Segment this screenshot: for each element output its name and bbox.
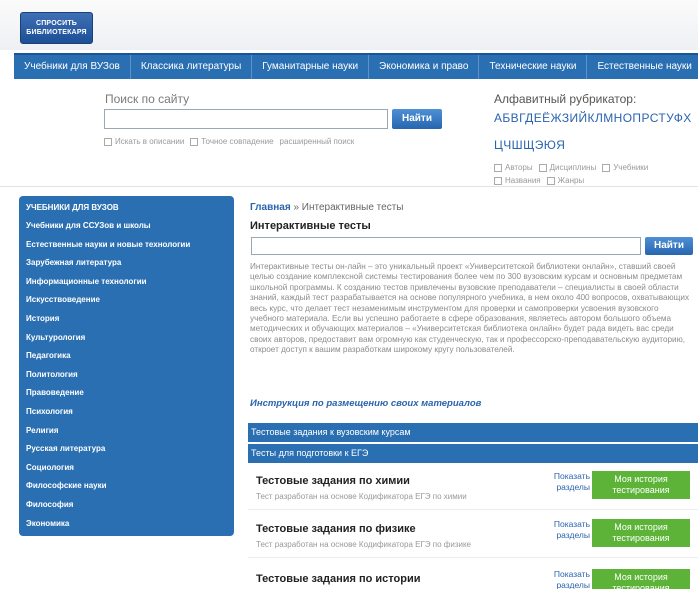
site-search-button[interactable]: Найти xyxy=(392,109,442,129)
filter-textbooks[interactable]: Учебники xyxy=(602,163,648,172)
test-subtitle: Тест разработан на основе Кодификатора Е… xyxy=(256,492,467,501)
ege-tests-section[interactable]: Тесты для подготовки к ЕГЭ xyxy=(248,444,698,463)
tests-description: Интерактивные тесты он-лайн – это уникал… xyxy=(250,262,690,355)
nav-item-technical[interactable]: Технические науки xyxy=(479,55,588,79)
alphabet-filter-options-2: Названия Жанры xyxy=(494,176,584,185)
breadcrumb-current: Интерактивные тесты xyxy=(301,202,404,213)
search-options: Искать в описании Точное совпадение расш… xyxy=(104,137,354,146)
alphabet-letters-row-1[interactable]: АБВГДЕЁЖЗИЙКЛМНОПРСТУФХ xyxy=(494,111,692,125)
tests-search-input[interactable] xyxy=(251,237,641,255)
search-in-description-option[interactable]: Искать в описании xyxy=(104,137,184,146)
sidebar-item[interactable]: Правоведение xyxy=(19,384,234,403)
ask-librarian-label-2: БИБЛИОТЕКАРЯ xyxy=(26,29,87,36)
breadcrumb-home[interactable]: Главная xyxy=(250,202,291,213)
nav-item-vuz[interactable]: Учебники для ВУЗов xyxy=(14,55,131,79)
page-title: Интерактивные тесты xyxy=(250,220,371,232)
test-row: Тестовые задания по химии Тест разработа… xyxy=(248,468,698,510)
category-sidebar: УЧЕБНИКИ ДЛЯ ВУЗОВ Учебники для ССУЗов и… xyxy=(19,196,234,536)
advanced-search-link[interactable]: расширенный поиск xyxy=(280,137,355,146)
sidebar-item[interactable]: Социология xyxy=(19,459,234,478)
sidebar-item[interactable]: Психология xyxy=(19,403,234,422)
sidebar-item[interactable]: Информационные технологии xyxy=(19,273,234,292)
show-sections-link[interactable]: Показать разделы xyxy=(542,569,590,589)
test-subtitle: Тест разработан на основе Кодификатора Е… xyxy=(256,540,471,549)
sidebar-header[interactable]: УЧЕБНИКИ ДЛЯ ВУЗОВ xyxy=(19,201,234,217)
site-search-title: Поиск по сайту xyxy=(105,92,190,106)
checkbox-icon[interactable] xyxy=(546,176,555,185)
sidebar-item[interactable]: Педагогика xyxy=(19,347,234,366)
ask-librarian-button[interactable]: СПРОСИТЬ БИБЛИОТЕКАРЯ xyxy=(20,12,93,44)
nav-item-economics[interactable]: Экономика и право xyxy=(369,55,480,79)
ask-librarian-label-1: СПРОСИТЬ xyxy=(35,20,78,27)
main-nav: Учебники для ВУЗов Классика литературы Г… xyxy=(14,53,698,79)
test-row: Тестовые задания по физике Тест разработ… xyxy=(248,516,698,558)
sidebar-item[interactable]: Культурология xyxy=(19,329,234,348)
nav-item-classics[interactable]: Классика литературы xyxy=(131,55,253,79)
test-row: Тестовые задания по истории Показать раз… xyxy=(248,566,698,589)
sidebar-item[interactable]: Философия xyxy=(19,496,234,515)
checkbox-icon[interactable] xyxy=(494,163,502,172)
sidebar-item[interactable]: Политология xyxy=(19,366,234,385)
checkbox-icon[interactable] xyxy=(602,163,611,172)
filter-authors[interactable]: Авторы xyxy=(494,163,533,172)
checkbox-icon[interactable] xyxy=(190,137,199,146)
test-title[interactable]: Тестовые задания по истории xyxy=(256,573,420,585)
filter-genres[interactable]: Жанры xyxy=(546,176,584,185)
top-header: СПРОСИТЬ БИБЛИОТЕКАРЯ xyxy=(0,0,698,50)
filter-titles[interactable]: Названия xyxy=(494,176,541,185)
show-sections-link[interactable]: Показать разделы xyxy=(542,519,590,541)
breadcrumb: Главная » Интерактивные тесты xyxy=(250,202,403,213)
show-sections-link[interactable]: Показать разделы xyxy=(542,471,590,493)
alphabet-letters-row-2[interactable]: ЦЧШЩЭЮЯ xyxy=(494,138,565,152)
tests-search-button[interactable]: Найти xyxy=(645,237,693,255)
sidebar-item[interactable]: Естественные науки и новые технологии xyxy=(19,236,234,255)
exact-match-option[interactable]: Точное совпадение xyxy=(190,137,274,146)
sidebar-item[interactable]: Зарубежная литература xyxy=(19,254,234,273)
sidebar-item[interactable]: Русская литература xyxy=(19,440,234,459)
test-history-button[interactable]: Моя история тестирования xyxy=(592,519,690,547)
header-divider xyxy=(0,186,698,187)
alphabet-title: Алфавитный рубрикатор: xyxy=(494,92,637,106)
sidebar-item[interactable]: Экономика xyxy=(19,515,234,534)
sidebar-item[interactable]: История xyxy=(19,310,234,329)
test-title[interactable]: Тестовые задания по химии xyxy=(256,475,410,487)
test-history-button[interactable]: Моя история тестирования xyxy=(592,471,690,499)
sidebar-item[interactable]: Философские науки xyxy=(19,477,234,496)
vuz-tests-section[interactable]: Тестовые задания к вузовским курсам xyxy=(248,423,698,442)
alphabet-filter-options-1: Авторы Дисциплины Учебники xyxy=(494,163,648,172)
site-search-input[interactable] xyxy=(104,109,388,129)
checkbox-icon[interactable] xyxy=(538,163,547,172)
breadcrumb-separator: » xyxy=(293,202,300,213)
instruction-link[interactable]: Инструкция по размещению своих материало… xyxy=(250,398,481,409)
nav-item-natural[interactable]: Естественные науки xyxy=(587,55,698,79)
checkbox-icon[interactable] xyxy=(104,137,112,146)
sidebar-item[interactable]: Религия xyxy=(19,422,234,441)
test-title[interactable]: Тестовые задания по физике xyxy=(256,523,416,535)
sidebar-item[interactable]: Учебники для ССУЗов и школы xyxy=(19,217,234,236)
sidebar-item[interactable]: Искусствоведение xyxy=(19,291,234,310)
filter-disciplines[interactable]: Дисциплины xyxy=(538,163,596,172)
nav-item-humanities[interactable]: Гуманитарные науки xyxy=(252,55,370,79)
checkbox-icon[interactable] xyxy=(494,176,502,185)
test-history-button[interactable]: Моя история тестирования xyxy=(592,569,690,589)
